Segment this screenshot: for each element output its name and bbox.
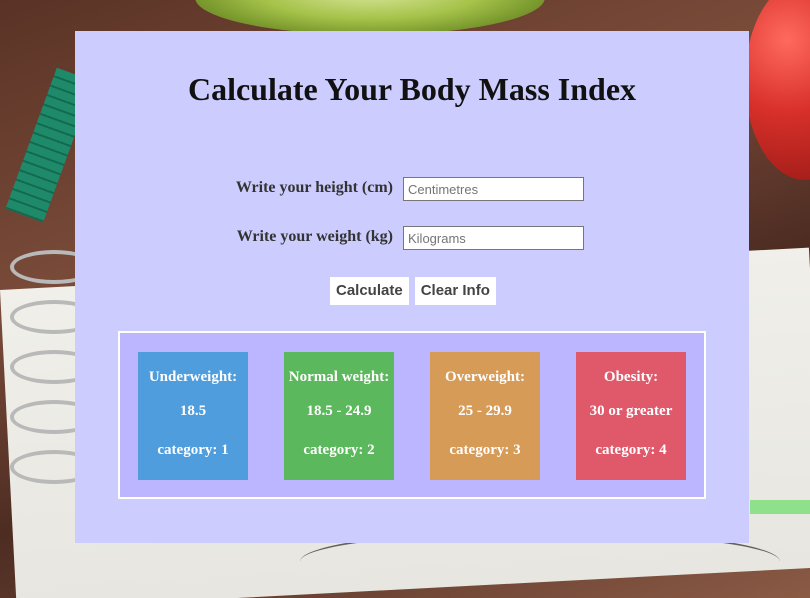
green-marker	[750, 500, 810, 514]
category-number: category: 3	[449, 442, 521, 458]
category-range: 18.5 - 24.9	[306, 403, 372, 419]
category-card-underweight: Underweight: 18.5 category: 1	[138, 352, 248, 480]
category-card-overweight: Overweight: 25 - 29.9 category: 3	[430, 352, 540, 480]
category-card-obesity: Obesity: 30 or greater category: 4	[576, 352, 686, 480]
page-title: Calculate Your Body Mass Index	[187, 71, 637, 107]
category-card-normal: Normal weight: 18.5 - 24.9 category: 2	[284, 352, 394, 480]
category-name: Normal weight:	[288, 369, 390, 385]
weight-input[interactable]	[403, 226, 584, 250]
height-row: Write your height (cm)	[75, 177, 749, 203]
button-group: Calculate Clear Info	[330, 277, 498, 305]
height-label: Write your height (cm)	[235, 179, 393, 196]
category-name: Underweight:	[148, 369, 238, 385]
category-range: 25 - 29.9	[458, 403, 512, 419]
calculate-button[interactable]: Calculate	[330, 277, 409, 305]
category-number: category: 2	[303, 442, 375, 458]
category-name: Overweight:	[445, 369, 525, 385]
category-range: 30 or greater	[589, 403, 673, 419]
category-number: category: 1	[157, 442, 229, 458]
weight-row: Write your weight (kg)	[75, 226, 749, 252]
category-name: Obesity:	[603, 369, 659, 385]
weight-label: Write your weight (kg)	[236, 228, 393, 245]
bmi-categories-legend: Underweight: 18.5 category: 1 Normal wei…	[118, 331, 706, 499]
bmi-panel: Calculate Your Body Mass Index Write you…	[75, 31, 749, 543]
height-input[interactable]	[403, 177, 584, 201]
category-range: 18.5	[179, 403, 207, 419]
clear-info-button[interactable]: Clear Info	[414, 277, 496, 305]
category-number: category: 4	[595, 442, 667, 458]
